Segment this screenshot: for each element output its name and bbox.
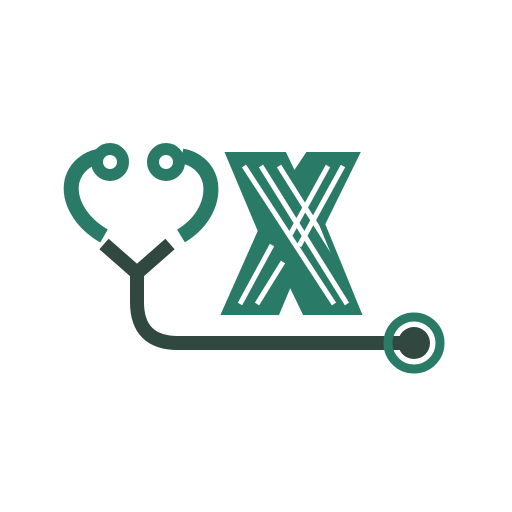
- y-right-branch: [132, 238, 175, 279]
- ear-tips-icon: [91, 143, 185, 181]
- y-left-branch: [99, 238, 142, 279]
- stethoscope-x-logo-icon: [63, 143, 445, 374]
- chest-piece-center: [398, 327, 430, 359]
- right-ear-tip: [147, 143, 185, 181]
- logo-canvas: [0, 0, 512, 512]
- right-arm: [176, 148, 219, 243]
- letter-x-icon: [220, 152, 363, 315]
- left-ear-tip: [91, 143, 129, 181]
